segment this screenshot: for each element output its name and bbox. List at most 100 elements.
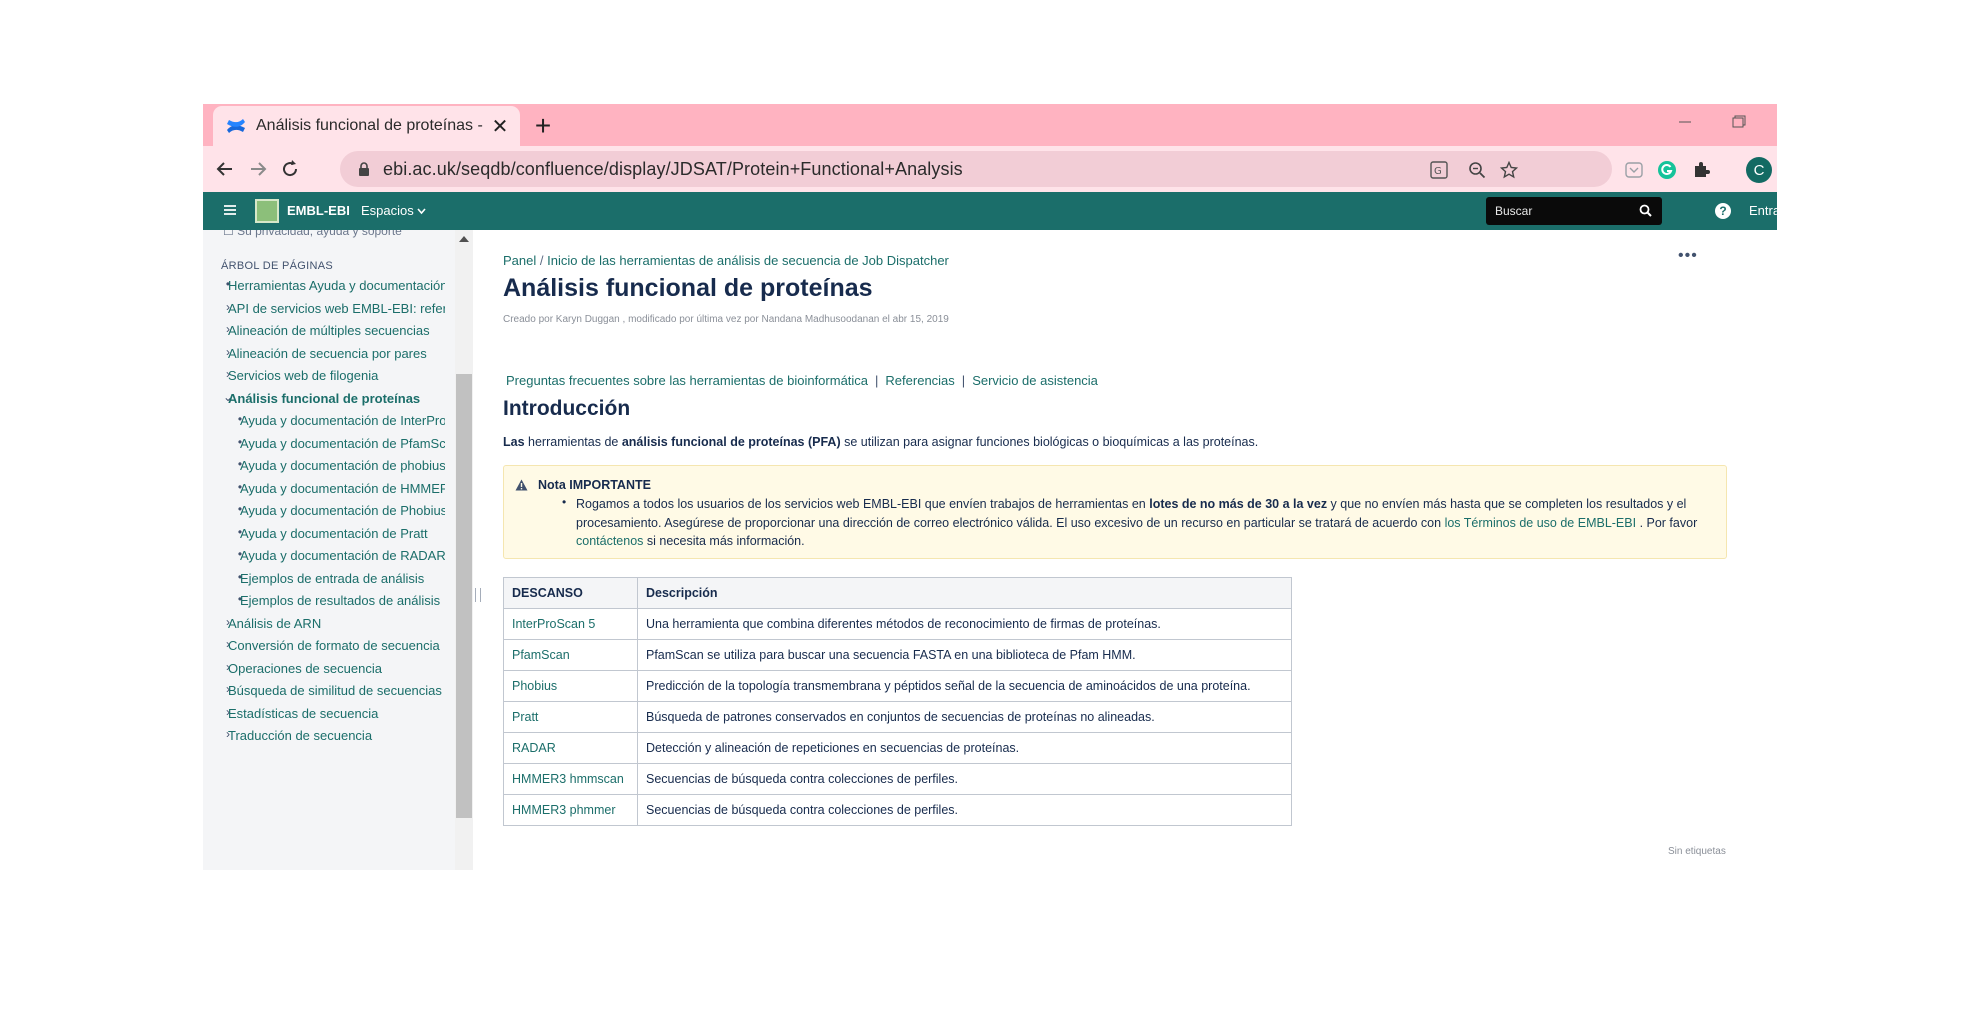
zoom-out-icon[interactable] xyxy=(1466,159,1488,181)
sidebar-tree-label: Análisis funcional de proteínas xyxy=(228,390,421,406)
search-placeholder: Buscar xyxy=(1495,204,1533,218)
sidebar-tree-item[interactable]: • Ayuda y documentación de RADAR xyxy=(203,546,445,568)
table-row: Pratt Búsqueda de patrones conservados en… xyxy=(503,701,1292,733)
sidebar-tree-item[interactable]: › Análisis de ARN xyxy=(203,614,445,636)
embl-ebi-logo[interactable] xyxy=(255,199,279,223)
translate-icon[interactable]: G xyxy=(1428,159,1450,181)
breadcrumb-parent[interactable]: Inicio de las herramientas de análisis d… xyxy=(547,253,949,268)
minimize-icon[interactable] xyxy=(1670,112,1700,132)
reload-icon[interactable] xyxy=(277,156,303,182)
terms-of-use-link[interactable]: los Términos de uso de EMBL-EBI xyxy=(1445,516,1637,530)
table-row: RADAR Detección y alineación de repeticio… xyxy=(503,732,1292,764)
address-bar[interactable]: ebi.ac.uk/seqdb/confluence/display/JDSAT… xyxy=(340,151,1612,187)
browser-window: Análisis funcional de proteínas - ✕ + eb… xyxy=(203,104,1777,870)
sidebar-tree-label: Herramientas Ayuda y documentación xyxy=(228,278,445,293)
chevron-down-icon xyxy=(417,208,426,215)
sidebar-tree-item[interactable]: • Ejemplos de resultados de análisis xyxy=(203,591,445,613)
extensions-puzzle-icon[interactable] xyxy=(1689,158,1713,182)
faq-link[interactable]: Preguntas frecuentes sobre las herramien… xyxy=(506,373,868,388)
pocket-extension-icon[interactable] xyxy=(1622,158,1646,182)
column-header-description: Descripción xyxy=(637,577,1292,609)
sidebar-scrollbar-thumb[interactable] xyxy=(456,374,472,818)
tool-name-link[interactable]: InterProScan 5 xyxy=(503,608,638,640)
page-title: Análisis funcional de proteínas xyxy=(503,274,873,302)
breadcrumb-panel[interactable]: Panel xyxy=(503,253,536,268)
restore-icon[interactable] xyxy=(1723,112,1753,132)
spaces-menu[interactable]: Espacios xyxy=(361,203,426,218)
sidebar-tree-item[interactable]: ›API de servicios web EMBL-EBI: referenc… xyxy=(203,299,445,321)
note-body: Rogamos a todos los usuarios de los serv… xyxy=(576,495,1716,551)
sidebar-tree-label: Operaciones de secuencia xyxy=(228,660,382,676)
sidebar-tree-item[interactable]: › Conversión de formato de secuencia xyxy=(203,636,445,658)
introduction-heading: Introducción xyxy=(503,397,631,420)
sidebar-tree-item[interactable]: ⌄ Análisis funcional de proteínas xyxy=(203,389,445,411)
confluence-icon xyxy=(227,119,245,133)
tool-name-link[interactable]: HMMER3 hmmscan xyxy=(503,763,638,795)
contact-link[interactable]: contáctenos xyxy=(576,534,643,548)
menu-icon[interactable] xyxy=(223,203,237,217)
tool-name-link[interactable]: RADAR xyxy=(503,732,638,764)
sidebar-resize-handle[interactable] xyxy=(475,588,481,602)
sidebar-tree-item[interactable]: › Servicios web de filogenia xyxy=(203,366,445,388)
sidebar-tree-item[interactable]: › Estadísticas de secuencia xyxy=(203,704,445,726)
url-text[interactable]: ebi.ac.uk/seqdb/confluence/display/JDSAT… xyxy=(383,159,963,180)
sidebar-tree-label: Traducción de secuencia xyxy=(228,728,373,743)
login-link[interactable]: Entrar xyxy=(1749,203,1777,218)
new-tab-icon[interactable]: + xyxy=(528,112,558,142)
search-icon[interactable] xyxy=(1639,204,1652,217)
tab-title: Análisis funcional de proteínas - xyxy=(256,117,483,134)
sidebar-tree-item[interactable]: • Ejemplos de entrada de análisis xyxy=(203,569,445,591)
tool-name-link[interactable]: HMMER3 phmmer xyxy=(503,794,638,826)
link-separator: | xyxy=(875,373,879,388)
sidebar-tree-item[interactable]: › Operaciones de secuencia xyxy=(203,659,445,681)
sidebar-tree-item[interactable]: › Alineación de múltiples secuencias xyxy=(203,321,445,343)
references-link[interactable]: Referencias xyxy=(885,373,954,388)
tools-table-body: InterProScan 5 Una herramienta que combin… xyxy=(503,608,1292,826)
sidebar-tree-item[interactable]: • Ayuda y documentación de Phobius xyxy=(203,501,445,523)
help-icon[interactable]: ? xyxy=(1715,203,1731,219)
sidebar-tree-label: Ayuda y documentación de InterProScan xyxy=(240,413,445,428)
sidebar-tree-item[interactable]: • Ayuda y documentación de Pratt xyxy=(203,524,445,546)
back-icon[interactable] xyxy=(212,156,238,182)
note-text-1: Rogamos a todos los usuarios de los serv… xyxy=(576,497,1150,511)
close-tab-icon[interactable]: ✕ xyxy=(490,116,510,138)
breadcrumb: Panel / Inicio de las herramientas de an… xyxy=(503,253,949,268)
sidebar-tree-item[interactable]: › Alineación de secuencia por pares xyxy=(203,344,445,366)
search-input[interactable]: Buscar xyxy=(1486,197,1662,225)
sidebar-tree-item[interactable]: › Traducción de secuencia xyxy=(203,726,445,748)
table-row: HMMER3 hmmscan Secuencias de búsqueda con… xyxy=(503,763,1292,795)
column-header-name: DESCANSO xyxy=(503,577,638,609)
note-text-5: si necesita más información. xyxy=(643,534,805,548)
tool-name-link[interactable]: PfamScan xyxy=(503,639,638,671)
browser-tab[interactable]: Análisis funcional de proteínas - ✕ xyxy=(213,106,520,146)
sidebar-tree-label: Estadísticas de secuencia xyxy=(228,705,379,721)
tool-name-link[interactable]: Pratt xyxy=(503,701,638,733)
more-actions-icon[interactable]: ••• xyxy=(1678,247,1698,265)
spaces-label: Espacios xyxy=(361,203,414,218)
note-text-4: . Por favor xyxy=(1636,515,1698,530)
sidebar-tree-item[interactable]: › Búsqueda de similitud de secuencias xyxy=(203,681,445,703)
scroll-up-arrow-icon[interactable] xyxy=(459,236,469,242)
grammarly-extension-icon[interactable] xyxy=(1655,158,1679,182)
sidebar-tree-item[interactable]: • Ayuda y documentación de PfamScan xyxy=(203,434,445,456)
sidebar-tree-label: Alineación de múltiples secuencias xyxy=(228,323,430,338)
site-brand[interactable]: EMBL-EBI xyxy=(287,203,350,218)
confluence-header: EMBL-EBI Espacios Buscar ? Entrar xyxy=(203,192,1777,230)
table-row: Phobius Predicción de la topología transm… xyxy=(503,670,1292,702)
bookmark-star-icon[interactable] xyxy=(1498,159,1520,181)
lock-icon[interactable] xyxy=(358,162,370,176)
sidebar-tree-label: Ayuda y documentación de PfamScan xyxy=(240,435,445,451)
sidebar-tree-label: Ejemplos de entrada de análisis xyxy=(240,570,425,586)
sidebar-privacy-item[interactable]: ☐ Su privacidad, ayuda y soporte xyxy=(223,230,402,238)
sidebar-tree-item[interactable]: •Ayuda y documentación de InterProScan xyxy=(203,411,445,433)
tool-name-link[interactable]: Phobius xyxy=(503,670,638,702)
sidebar-tree-item[interactable]: • Ayuda y documentación de phobius xyxy=(203,456,445,478)
sidebar-tree-item[interactable]: • Ayuda y documentación de HMMER xyxy=(203,479,445,501)
sidebar-tree-item[interactable]: • Herramientas Ayuda y documentación xyxy=(203,276,445,298)
tool-description: Búsqueda de patrones conservados en conj… xyxy=(637,701,1292,733)
sidebar-tree-label: Ayuda y documentación de phobius xyxy=(240,458,445,473)
support-link[interactable]: Servicio de asistencia xyxy=(972,373,1098,388)
tools-table: DESCANSO Descripción InterProScan 5 Una h… xyxy=(503,577,1292,826)
forward-icon[interactable] xyxy=(245,156,271,182)
profile-avatar[interactable]: C xyxy=(1746,157,1772,183)
